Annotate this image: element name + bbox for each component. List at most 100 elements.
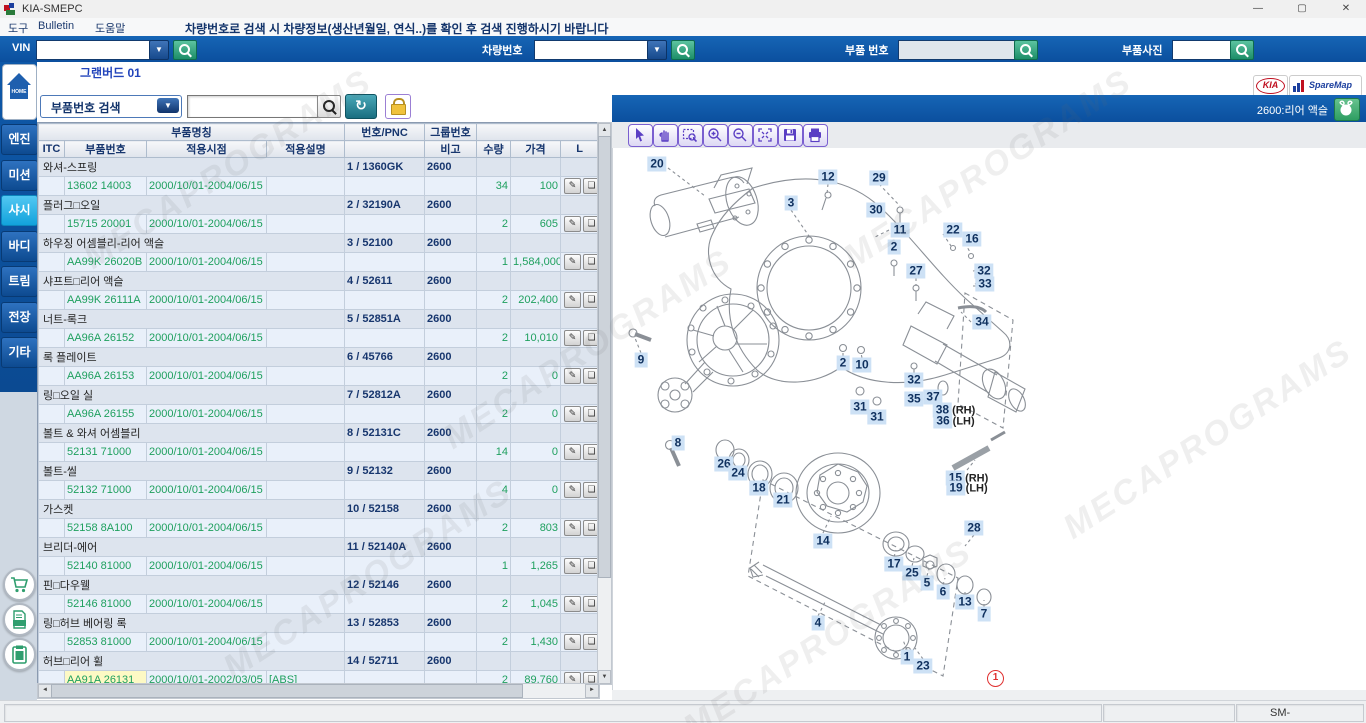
part-pnc[interactable]: 12 / 52146 bbox=[345, 576, 425, 595]
part-group-row[interactable]: 와셔-스프링1 / 1360GK2600 bbox=[39, 158, 599, 177]
part-number[interactable]: 15715 20001 bbox=[65, 215, 147, 234]
diagram-callout-35[interactable]: 35 bbox=[904, 392, 923, 407]
diagram-callout-18[interactable]: 18 bbox=[749, 481, 768, 496]
vehicle-no-dropdown-icon[interactable]: ▼ bbox=[647, 40, 667, 60]
diagram-callout-6[interactable]: 6 bbox=[937, 585, 950, 600]
diagram-callout-20[interactable]: 20 bbox=[647, 157, 666, 172]
part-number[interactable]: 13602 14003 bbox=[65, 177, 147, 196]
part-qty[interactable]: 2 bbox=[477, 633, 511, 652]
diagram-callout-2[interactable]: 2 bbox=[837, 356, 850, 371]
select-tool-button[interactable] bbox=[628, 124, 653, 147]
scroll-thumb[interactable] bbox=[51, 684, 523, 698]
table-vertical-scrollbar[interactable]: ▲ ▼ bbox=[597, 122, 612, 685]
diagram-callout-13[interactable]: 13 bbox=[955, 595, 974, 610]
scroll-down-icon[interactable]: ▼ bbox=[598, 670, 611, 684]
part-pnc[interactable]: 13 / 52853 bbox=[345, 614, 425, 633]
edit-part-icon[interactable]: ✎ bbox=[564, 482, 581, 498]
diagram-callout-32[interactable]: 32 bbox=[904, 373, 923, 388]
part-group-row[interactable]: 가스켓10 / 521582600 bbox=[39, 500, 599, 519]
part-price[interactable]: 100 bbox=[511, 177, 561, 196]
part-price[interactable]: 1,430 bbox=[511, 633, 561, 652]
part-pnc[interactable]: 3 / 52100 bbox=[345, 234, 425, 253]
part-price[interactable]: 0 bbox=[511, 405, 561, 424]
pan-tool-button[interactable] bbox=[653, 124, 678, 147]
part-group-no[interactable]: 2600 bbox=[425, 538, 477, 557]
edit-part-icon[interactable]: ✎ bbox=[564, 330, 581, 346]
chevron-down-icon[interactable]: ▼ bbox=[157, 98, 179, 113]
diagram-callout-7[interactable]: 7 bbox=[978, 607, 991, 622]
part-pnc[interactable]: 2 / 32190A bbox=[345, 196, 425, 215]
part-group-name[interactable]: 샤프트□리어 액슬 bbox=[39, 272, 345, 291]
part-pnc[interactable]: 6 / 45766 bbox=[345, 348, 425, 367]
sidebar-item-6[interactable]: 전장 bbox=[1, 302, 38, 333]
vehicle-no-search-button[interactable] bbox=[671, 40, 695, 60]
reload-select-button[interactable]: ↻ bbox=[345, 94, 377, 119]
scroll-thumb[interactable] bbox=[598, 136, 611, 578]
part-period[interactable]: 2000/10/01-2004/06/15 bbox=[147, 633, 267, 652]
part-qty[interactable]: 2 bbox=[477, 291, 511, 310]
sidebar-item-7[interactable]: 기타 bbox=[1, 337, 38, 368]
part-period[interactable]: 2000/10/01-2004/06/15 bbox=[147, 481, 267, 500]
part-number[interactable]: AA96A 26153 bbox=[65, 367, 147, 386]
part-period[interactable]: 2000/10/01-2004/06/15 bbox=[147, 519, 267, 538]
part-number[interactable]: 52131 71000 bbox=[65, 443, 147, 462]
home-button[interactable]: HOME bbox=[2, 64, 37, 120]
part-number[interactable]: AA99K 26020B bbox=[65, 253, 147, 272]
part-group-name[interactable]: 링□허브 베어링 록 bbox=[39, 614, 345, 633]
part-search-button[interactable] bbox=[317, 95, 341, 118]
part-number[interactable]: 52146 81000 bbox=[65, 595, 147, 614]
part-desc[interactable] bbox=[267, 253, 345, 272]
part-desc[interactable] bbox=[267, 329, 345, 348]
part-photo-search-button[interactable] bbox=[1230, 40, 1254, 60]
part-row[interactable]: 52132 710002000/10/01-2004/06/1540✎❏ bbox=[39, 481, 599, 500]
menu-bulletin[interactable]: Bulletin bbox=[38, 20, 74, 32]
part-group-no[interactable]: 2600 bbox=[425, 386, 477, 405]
part-qty[interactable]: 2 bbox=[477, 215, 511, 234]
part-group-name[interactable]: 너트-록크 bbox=[39, 310, 345, 329]
diagram-callout-14[interactable]: 14 bbox=[813, 534, 832, 549]
sidebar-item-4[interactable]: 바디 bbox=[1, 231, 38, 262]
ecode-button[interactable] bbox=[3, 603, 36, 636]
part-qty[interactable]: 2 bbox=[477, 405, 511, 424]
diagram-callout-2[interactable]: 2 bbox=[888, 240, 901, 255]
diagram-callout-25[interactable]: 25 bbox=[902, 566, 921, 581]
part-group-name[interactable]: 와셔-스프링 bbox=[39, 158, 345, 177]
part-no-input[interactable] bbox=[898, 40, 1016, 60]
diagram-callout-5[interactable]: 5 bbox=[921, 576, 934, 591]
part-group-name[interactable]: 볼트-씰 bbox=[39, 462, 345, 481]
part-group-row[interactable]: 핀□다우웰12 / 521462600 bbox=[39, 576, 599, 595]
part-group-row[interactable]: 록 플레이트6 / 457662600 bbox=[39, 348, 599, 367]
part-desc[interactable] bbox=[267, 443, 345, 462]
menu-help[interactable]: 도움말 bbox=[95, 20, 125, 36]
part-row[interactable]: AA96A 261522000/10/01-2004/06/15210,010✎… bbox=[39, 329, 599, 348]
clipboard-button[interactable] bbox=[3, 638, 36, 671]
part-group-name[interactable]: 하우징 어셈블리-리어 액슬 bbox=[39, 234, 345, 253]
part-group-row[interactable]: 하우징 어셈블리-리어 액슬3 / 521002600 bbox=[39, 234, 599, 253]
part-group-name[interactable]: 브리더-에어 bbox=[39, 538, 345, 557]
fit-screen-button[interactable] bbox=[753, 124, 778, 147]
vehicle-no-input[interactable] bbox=[534, 40, 652, 60]
diagram-callout-34[interactable]: 34 bbox=[972, 315, 991, 330]
part-desc[interactable] bbox=[267, 215, 345, 234]
part-pnc[interactable]: 1 / 1360GK bbox=[345, 158, 425, 177]
part-period[interactable]: 2000/10/01-2004/06/15 bbox=[147, 291, 267, 310]
part-group-name[interactable]: 핀□다우웰 bbox=[39, 576, 345, 595]
part-period[interactable]: 2000/10/01-2004/06/15 bbox=[147, 177, 267, 196]
part-photo-input[interactable] bbox=[1172, 40, 1234, 60]
edit-part-icon[interactable]: ✎ bbox=[564, 596, 581, 612]
part-group-row[interactable]: 링□허브 베어링 록13 / 528532600 bbox=[39, 614, 599, 633]
cart-button[interactable] bbox=[3, 568, 36, 601]
diagram-callout-21[interactable]: 21 bbox=[773, 493, 792, 508]
edit-part-icon[interactable]: ✎ bbox=[564, 216, 581, 232]
vin-input[interactable] bbox=[36, 40, 154, 60]
edit-part-icon[interactable]: ✎ bbox=[564, 254, 581, 270]
sidebar-item-2[interactable]: 미션 bbox=[1, 160, 38, 191]
diagram-callout-28[interactable]: 28 bbox=[964, 521, 983, 536]
sidebar-item-1[interactable]: 엔진 bbox=[1, 124, 38, 155]
part-qty[interactable]: 1 bbox=[477, 253, 511, 272]
part-qty[interactable]: 14 bbox=[477, 443, 511, 462]
part-row[interactable]: AA96A 261552000/10/01-2004/06/1520✎❏ bbox=[39, 405, 599, 424]
part-period[interactable]: 2000/10/01-2004/06/15 bbox=[147, 443, 267, 462]
part-price[interactable]: 1,584,000 bbox=[511, 253, 561, 272]
part-number[interactable]: AA96A 26155 bbox=[65, 405, 147, 424]
